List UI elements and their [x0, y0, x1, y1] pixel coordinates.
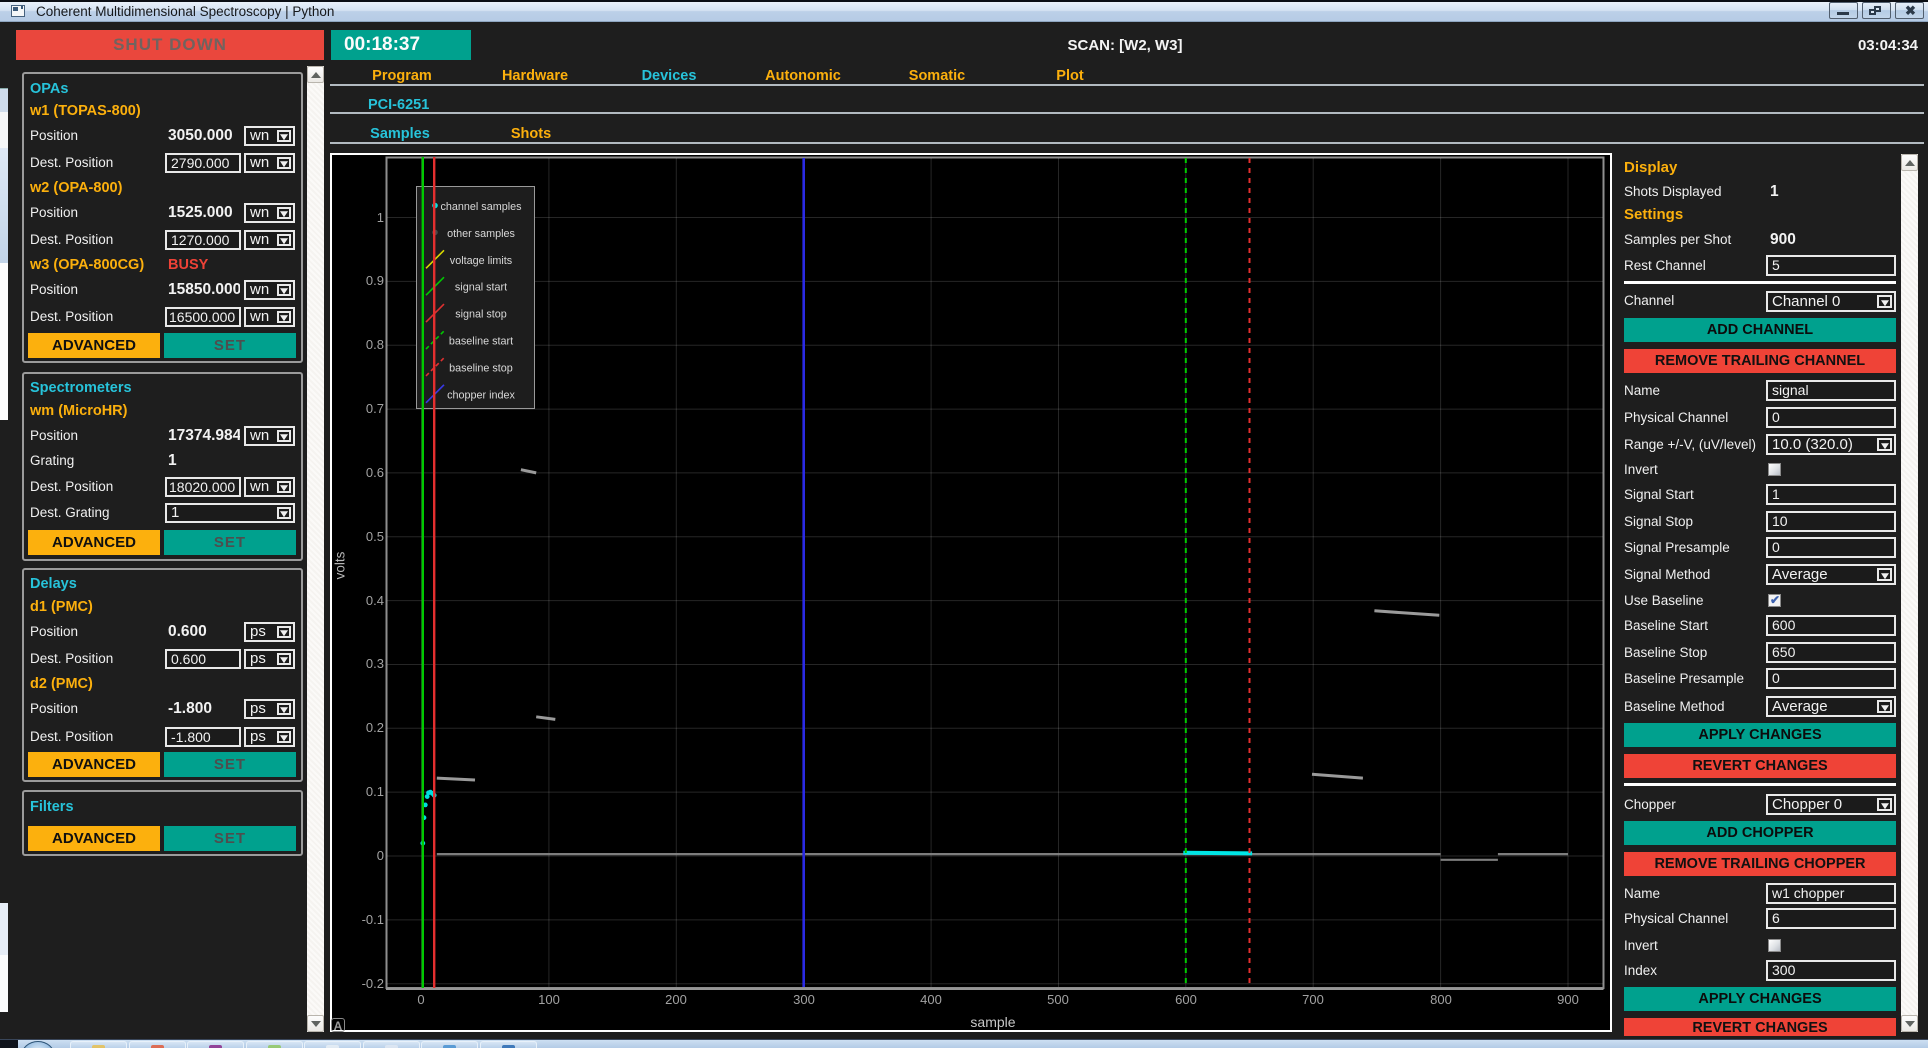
svg-text:baseline start: baseline start: [449, 336, 513, 348]
svg-text:baseline stop: baseline stop: [449, 362, 513, 374]
svg-text:voltage limits: voltage limits: [450, 255, 513, 267]
svg-text:signal start: signal start: [455, 282, 507, 294]
svg-text:other samples: other samples: [447, 228, 515, 240]
svg-text:signal stop: signal stop: [455, 309, 507, 321]
svg-text:channel samples: channel samples: [440, 201, 522, 213]
svg-text:chopper index: chopper index: [447, 389, 515, 401]
